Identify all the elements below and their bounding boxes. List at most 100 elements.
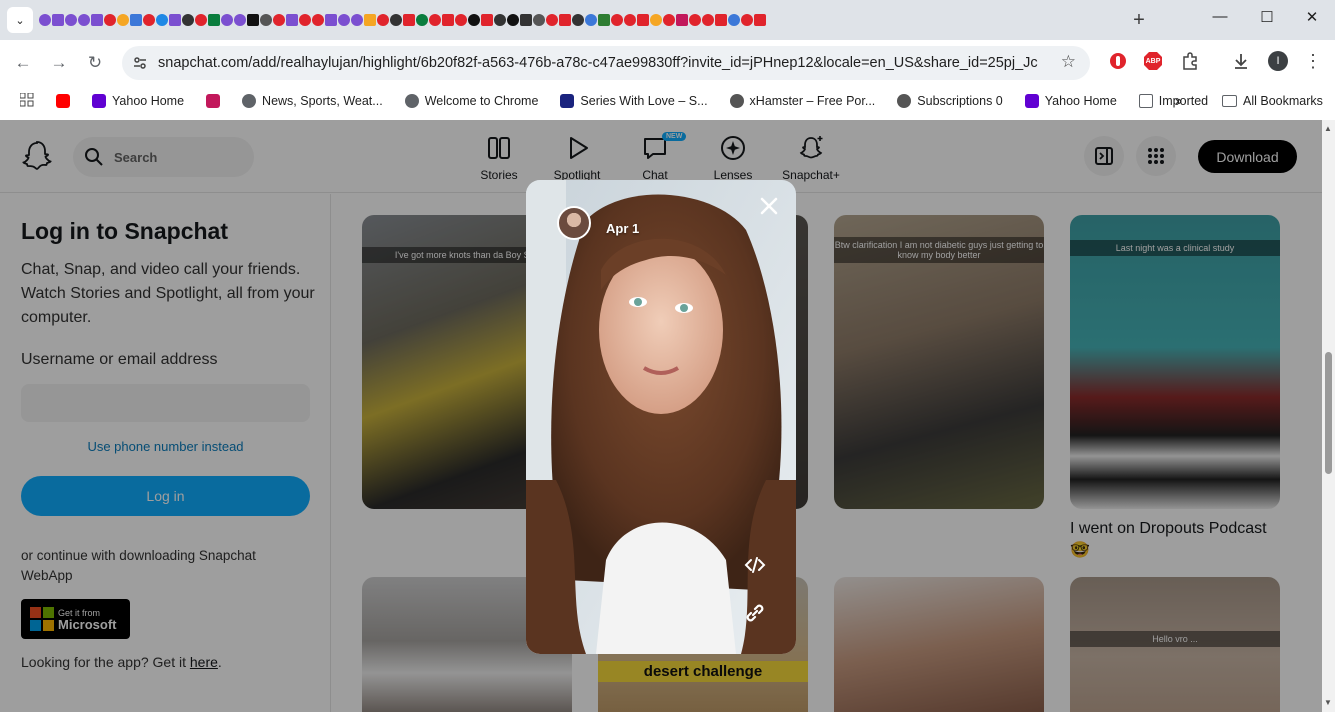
tab-favicon-icon[interactable] xyxy=(728,14,740,26)
more-bookmarks-button[interactable]: » xyxy=(1175,94,1182,108)
back-button[interactable]: ← xyxy=(8,53,38,73)
downloads-button[interactable] xyxy=(1228,48,1254,74)
tab-favicon-icon[interactable] xyxy=(104,14,116,26)
tab-search-button[interactable]: ⌄ xyxy=(7,7,33,33)
tab-favicon-icon[interactable] xyxy=(546,14,558,26)
yahoo-icon xyxy=(1024,94,1039,108)
tab-favicon-icon[interactable] xyxy=(247,14,259,26)
extensions-button[interactable] xyxy=(1177,48,1203,74)
tab-favicon-icon[interactable] xyxy=(364,14,376,26)
bookmark-item[interactable]: Yahoo Home xyxy=(92,94,184,108)
address-bar[interactable]: snapchat.com/add/realhaylujan/highlight/… xyxy=(122,46,1090,80)
tab-favicon-icon[interactable] xyxy=(715,14,727,26)
tab-favicon-icon[interactable] xyxy=(130,14,142,26)
tab-favicon-icon[interactable] xyxy=(637,14,649,26)
story-avatar[interactable] xyxy=(557,206,591,240)
tab-favicon-icon[interactable] xyxy=(468,14,480,26)
tab-favicon-icon[interactable] xyxy=(91,14,103,26)
minimize-button[interactable]: — xyxy=(1208,8,1232,25)
maximize-button[interactable]: ☐ xyxy=(1255,8,1279,26)
all-bookmarks-folder[interactable]: All Bookmarks xyxy=(1222,94,1323,108)
bookmark-item[interactable]: Subscriptions 0 xyxy=(897,94,1003,108)
tab-favicon-icon[interactable] xyxy=(195,14,207,26)
tab-favicon-icon[interactable] xyxy=(494,14,506,26)
tab-favicon-icon[interactable] xyxy=(624,14,636,26)
tab-favicon-icon[interactable] xyxy=(403,14,415,26)
close-story-button[interactable] xyxy=(756,193,782,219)
tab-favicon-icon[interactable] xyxy=(533,14,545,26)
extension-red-button[interactable] xyxy=(1105,48,1131,74)
tab-favicon-icon[interactable] xyxy=(260,14,272,26)
browser-menu-button[interactable]: ⋮ xyxy=(1300,48,1326,74)
tab-favicon-icon[interactable] xyxy=(611,14,623,26)
bookmark-item[interactable]: xHamster – Free Por... xyxy=(729,94,875,108)
tab-favicon-icon[interactable] xyxy=(117,14,129,26)
tab-favicon-icon[interactable] xyxy=(286,14,298,26)
tab-favicon-icon[interactable] xyxy=(39,14,51,26)
tab-favicon-icon[interactable] xyxy=(572,14,584,26)
site-info-icon[interactable] xyxy=(130,53,150,73)
tab-favicon-icon[interactable] xyxy=(507,14,519,26)
tab-favicon-icon[interactable] xyxy=(52,14,64,26)
bookmark-item[interactable]: Imported xyxy=(1138,94,1208,108)
page-scrollbar[interactable]: ▲ ▼ xyxy=(1322,120,1335,712)
tab-favicon-icon[interactable] xyxy=(208,14,220,26)
forward-button[interactable]: → xyxy=(44,53,74,73)
link-icon[interactable] xyxy=(742,600,768,626)
bookmark-item[interactable]: Yahoo Home xyxy=(1024,94,1117,108)
tab-favicon-icon[interactable] xyxy=(156,14,168,26)
bookmark-item[interactable]: Series With Love – S... xyxy=(560,94,708,108)
bookmark-item[interactable]: News, Sports, Weat... xyxy=(242,94,383,108)
tab-favicon-icon[interactable] xyxy=(377,14,389,26)
tab-favicon-icon[interactable] xyxy=(676,14,688,26)
tab-favicon-icon[interactable] xyxy=(312,14,324,26)
close-window-button[interactable]: ✕ xyxy=(1300,8,1324,26)
tab-favicon-icon[interactable] xyxy=(754,14,766,26)
reload-button[interactable]: ↻ xyxy=(80,53,110,73)
tab-favicon-icon[interactable] xyxy=(78,14,90,26)
tab-favicon-icon[interactable] xyxy=(221,14,233,26)
tab-favicon-icon[interactable] xyxy=(338,14,350,26)
adblock-plus-button[interactable]: ABP xyxy=(1140,48,1166,74)
tab-favicon-icon[interactable] xyxy=(689,14,701,26)
bookmark-item[interactable]: Welcome to Chrome xyxy=(404,94,539,108)
tab-favicon-icon[interactable] xyxy=(299,14,311,26)
bookmark-item[interactable] xyxy=(206,94,221,108)
scroll-down-icon[interactable]: ▼ xyxy=(1324,698,1332,707)
tab-favicon-icon[interactable] xyxy=(390,14,402,26)
bookmark-item[interactable] xyxy=(56,94,70,108)
tab-favicon-icon[interactable] xyxy=(143,14,155,26)
pinned-tab-favicons[interactable] xyxy=(39,6,1099,34)
new-tab-button[interactable]: + xyxy=(1125,9,1153,32)
tab-favicon-icon[interactable] xyxy=(442,14,454,26)
tab-favicon-icon[interactable] xyxy=(455,14,467,26)
tab-favicon-icon[interactable] xyxy=(481,14,493,26)
bookmark-star-icon[interactable]: ☆ xyxy=(1061,52,1076,72)
story-viewer[interactable]: Apr 1 xyxy=(526,180,796,654)
plus-icon: + xyxy=(1133,8,1145,31)
url-text[interactable]: snapchat.com/add/realhaylujan/highlight/… xyxy=(158,55,1038,71)
tab-favicon-icon[interactable] xyxy=(520,14,532,26)
profile-button[interactable]: I xyxy=(1265,48,1291,74)
tab-favicon-icon[interactable] xyxy=(663,14,675,26)
tab-favicon-icon[interactable] xyxy=(234,14,246,26)
tab-favicon-icon[interactable] xyxy=(65,14,77,26)
bookmark-label: Welcome to Chrome xyxy=(424,94,539,108)
apps-grid-button[interactable] xyxy=(19,92,34,110)
tab-favicon-icon[interactable] xyxy=(598,14,610,26)
tab-favicon-icon[interactable] xyxy=(702,14,714,26)
tab-favicon-icon[interactable] xyxy=(741,14,753,26)
tab-favicon-icon[interactable] xyxy=(429,14,441,26)
tab-favicon-icon[interactable] xyxy=(325,14,337,26)
tab-favicon-icon[interactable] xyxy=(169,14,181,26)
scroll-up-icon[interactable]: ▲ xyxy=(1324,124,1332,133)
tab-favicon-icon[interactable] xyxy=(182,14,194,26)
embed-icon[interactable] xyxy=(742,552,768,578)
tab-favicon-icon[interactable] xyxy=(559,14,571,26)
tab-favicon-icon[interactable] xyxy=(585,14,597,26)
tab-favicon-icon[interactable] xyxy=(351,14,363,26)
scroll-thumb[interactable] xyxy=(1325,352,1332,474)
tab-favicon-icon[interactable] xyxy=(650,14,662,26)
tab-favicon-icon[interactable] xyxy=(416,14,428,26)
tab-favicon-icon[interactable] xyxy=(273,14,285,26)
